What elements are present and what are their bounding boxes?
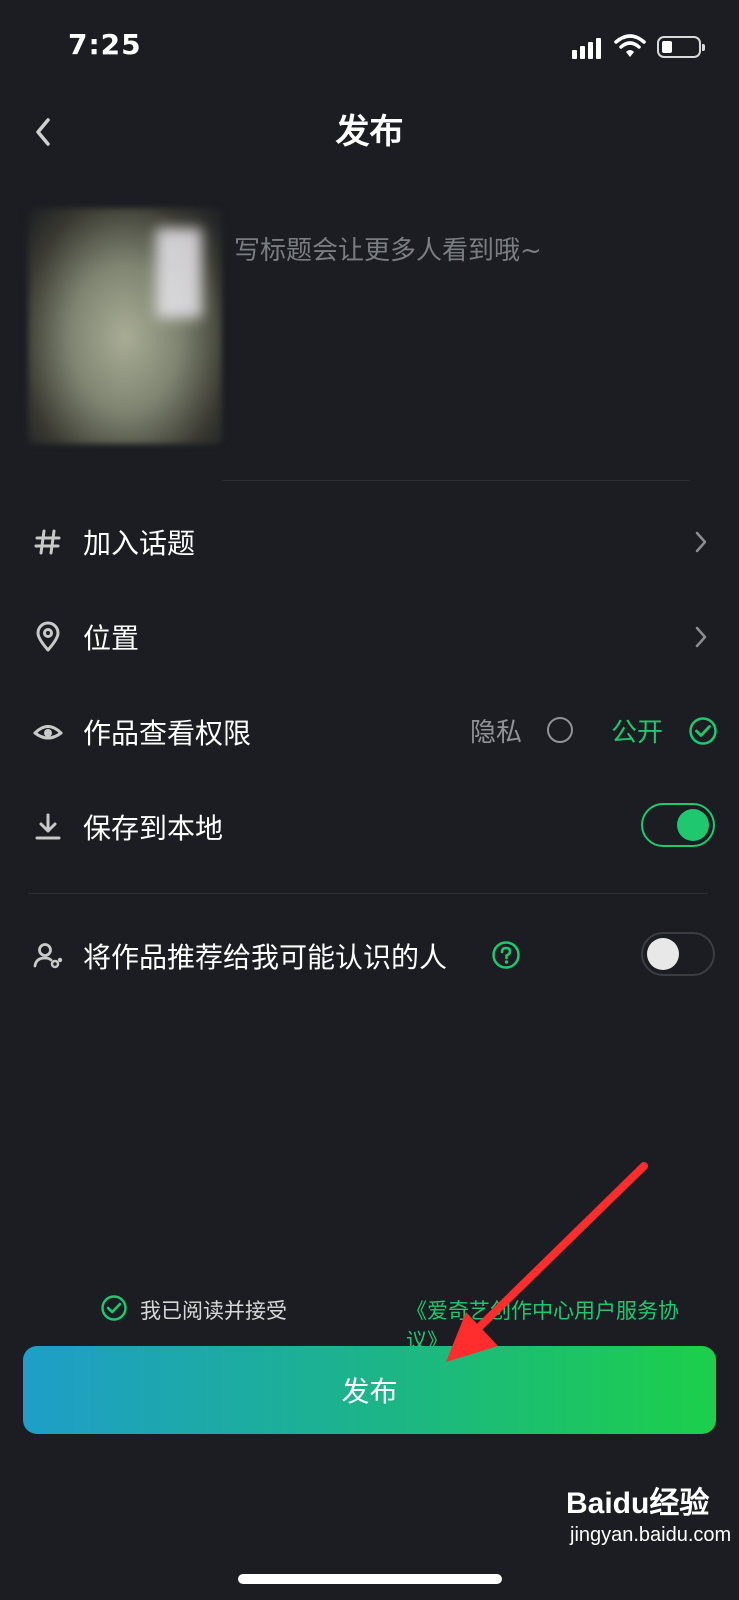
save-local-toggle[interactable] <box>641 803 715 847</box>
recommend-toggle[interactable] <box>641 932 715 976</box>
add-topic-row[interactable]: 加入话题 <box>0 502 739 582</box>
wifi-icon <box>614 34 646 57</box>
view-permission-row: 作品查看权限 隐私 公开 <box>0 692 739 772</box>
hashtag-icon <box>34 529 61 555</box>
download-icon <box>35 813 61 840</box>
eye-icon <box>33 725 63 740</box>
cellular-signal-icon <box>572 37 602 59</box>
chevron-right-icon <box>695 626 707 648</box>
location-label: 位置 <box>83 622 140 655</box>
person-link-icon <box>33 943 63 969</box>
agreement-checked-icon[interactable] <box>100 1294 128 1322</box>
publish-button[interactable]: 发布 <box>23 1346 716 1434</box>
agreement-row: 我已阅读并接受 《爱奇艺创作中心用户服务协议》 <box>100 1292 700 1353</box>
private-option-label[interactable]: 隐私 <box>470 712 522 749</box>
video-thumbnail[interactable] <box>28 208 222 444</box>
add-topic-label: 加入话题 <box>83 527 196 560</box>
location-row[interactable]: 位置 <box>0 597 739 677</box>
home-indicator[interactable] <box>238 1574 502 1584</box>
save-local-label: 保存到本地 <box>83 812 224 845</box>
caption-input[interactable] <box>234 230 704 430</box>
recommend-row: 将作品推荐给我可能认识的人 <box>0 916 739 996</box>
public-radio-checked-icon[interactable] <box>688 716 718 746</box>
private-radio[interactable] <box>547 717 573 743</box>
location-pin-icon <box>36 621 60 652</box>
save-local-row: 保存到本地 <box>0 787 739 867</box>
watermark-brand: Baidu经验 <box>566 1487 710 1520</box>
agreement-text: 我已阅读并接受 <box>140 1299 287 1323</box>
battery-icon <box>657 36 705 58</box>
baidu-watermark: Baidu经验 jingyan.baidu.com <box>566 1478 736 1568</box>
chevron-right-icon <box>695 531 707 553</box>
status-time: 7:25 <box>68 28 142 61</box>
divider <box>28 893 708 894</box>
question-circle-icon[interactable] <box>491 940 521 970</box>
view-permission-label: 作品查看权限 <box>83 717 252 750</box>
divider <box>222 480 690 481</box>
public-option-label[interactable]: 公开 <box>611 712 663 749</box>
page-title: 发布 <box>335 112 404 152</box>
watermark-url: jingyan.baidu.com <box>570 1524 732 1546</box>
recommend-label: 将作品推荐给我可能认识的人 <box>83 941 448 974</box>
